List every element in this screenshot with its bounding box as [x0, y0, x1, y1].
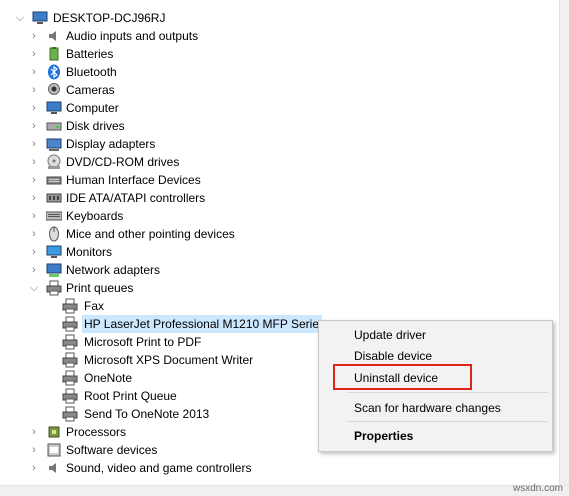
software-device-icon	[46, 442, 62, 458]
dvd-icon	[46, 154, 62, 170]
tree-item-label: OneNote	[84, 371, 133, 385]
chevron-right-icon[interactable]: ›	[28, 27, 40, 45]
processor-icon	[46, 424, 62, 440]
menu-item-scan-hardware[interactable]: Scan for hardware changes	[354, 399, 501, 417]
tree-item-label: HP LaserJet Professional M1210 MFP Serie…	[82, 315, 322, 333]
menu-separator	[347, 421, 548, 422]
printer-icon	[46, 280, 62, 296]
chevron-right-icon[interactable]: ›	[28, 441, 40, 459]
tree-item-label: Keyboards	[66, 209, 124, 223]
hid-icon	[46, 172, 62, 188]
tree-root-label: DESKTOP-DCJ96RJ	[53, 11, 166, 25]
tree-item-label: Monitors	[66, 245, 113, 259]
tree-item-label: Disk drives	[66, 119, 125, 133]
chevron-right-icon[interactable]: ›	[28, 459, 40, 477]
tree-item-label: Computer	[66, 101, 119, 115]
chevron-right-icon[interactable]: ›	[28, 153, 40, 171]
watermark: wsxdn.com	[512, 483, 563, 494]
tree-item-label: Bluetooth	[66, 65, 117, 79]
printer-icon	[62, 298, 78, 314]
printer-icon	[62, 406, 78, 422]
tree-item-label: Print queues	[66, 281, 134, 295]
display-adapter-icon	[46, 136, 62, 152]
horizontal-scrollbar[interactable]	[0, 485, 569, 496]
tree-item-label: Batteries	[66, 47, 114, 61]
network-icon	[46, 262, 62, 278]
chevron-right-icon[interactable]: ›	[28, 207, 40, 225]
chevron-right-icon[interactable]: ›	[28, 171, 40, 189]
tree-item-label: Microsoft XPS Document Writer	[84, 353, 254, 367]
tree-item-label: Network adapters	[66, 263, 161, 277]
tree-item-label: Human Interface Devices	[66, 173, 201, 187]
menu-item-properties[interactable]: Properties	[354, 427, 413, 445]
chevron-right-icon[interactable]: ›	[28, 261, 40, 279]
tree-item-label: Fax	[84, 299, 105, 313]
menu-separator	[347, 392, 548, 393]
tree-item-label: IDE ATA/ATAPI controllers	[66, 191, 206, 205]
highlight-box	[333, 364, 472, 390]
tree-item-label: Processors	[66, 425, 127, 439]
chevron-down-icon[interactable]: ⌵	[14, 9, 26, 27]
tree-item-label: Microsoft Print to PDF	[84, 335, 202, 349]
tree-item-label: Audio inputs and outputs	[66, 29, 199, 43]
bluetooth-icon	[46, 64, 62, 80]
computer-icon	[32, 10, 48, 26]
camera-icon	[46, 82, 62, 98]
vertical-scrollbar[interactable]	[559, 0, 569, 496]
mouse-icon	[46, 226, 62, 242]
menu-item-disable-device[interactable]: Disable device	[354, 347, 432, 365]
tree-item-label: Software devices	[66, 443, 158, 457]
tree-item-label: Cameras	[66, 83, 115, 97]
keyboard-icon	[45, 208, 63, 224]
printer-icon	[62, 316, 78, 332]
chevron-right-icon[interactable]: ›	[28, 135, 40, 153]
chevron-right-icon[interactable]: ›	[28, 189, 40, 207]
chevron-right-icon[interactable]: ›	[28, 225, 40, 243]
printer-icon	[62, 370, 78, 386]
tree-item-label: Root Print Queue	[84, 389, 177, 403]
chevron-right-icon[interactable]: ›	[28, 99, 40, 117]
chevron-right-icon[interactable]: ›	[28, 63, 40, 81]
chevron-right-icon[interactable]: ›	[28, 45, 40, 63]
battery-icon	[46, 46, 62, 62]
chevron-right-icon[interactable]: ›	[28, 117, 40, 135]
chevron-right-icon[interactable]: ›	[28, 423, 40, 441]
tree-item-label: DVD/CD-ROM drives	[66, 155, 180, 169]
menu-item-update-driver[interactable]: Update driver	[354, 326, 426, 344]
ide-icon	[46, 190, 62, 206]
monitor-icon	[46, 100, 62, 116]
disk-icon	[46, 118, 62, 134]
printer-icon	[62, 352, 78, 368]
chevron-right-icon[interactable]: ›	[28, 81, 40, 99]
sound-icon	[46, 460, 62, 476]
tree-item-label: Send To OneNote 2013	[84, 407, 210, 421]
printer-icon	[62, 388, 78, 404]
chevron-right-icon[interactable]: ›	[28, 243, 40, 261]
printer-icon	[62, 334, 78, 350]
speaker-icon	[46, 28, 62, 44]
tree-item-label: Sound, video and game controllers	[66, 461, 252, 475]
tree-item-label: Mice and other pointing devices	[66, 227, 235, 241]
monitor-icon	[46, 244, 62, 260]
chevron-down-icon[interactable]: ⌵	[28, 279, 40, 297]
tree-item-label: Display adapters	[66, 137, 156, 151]
